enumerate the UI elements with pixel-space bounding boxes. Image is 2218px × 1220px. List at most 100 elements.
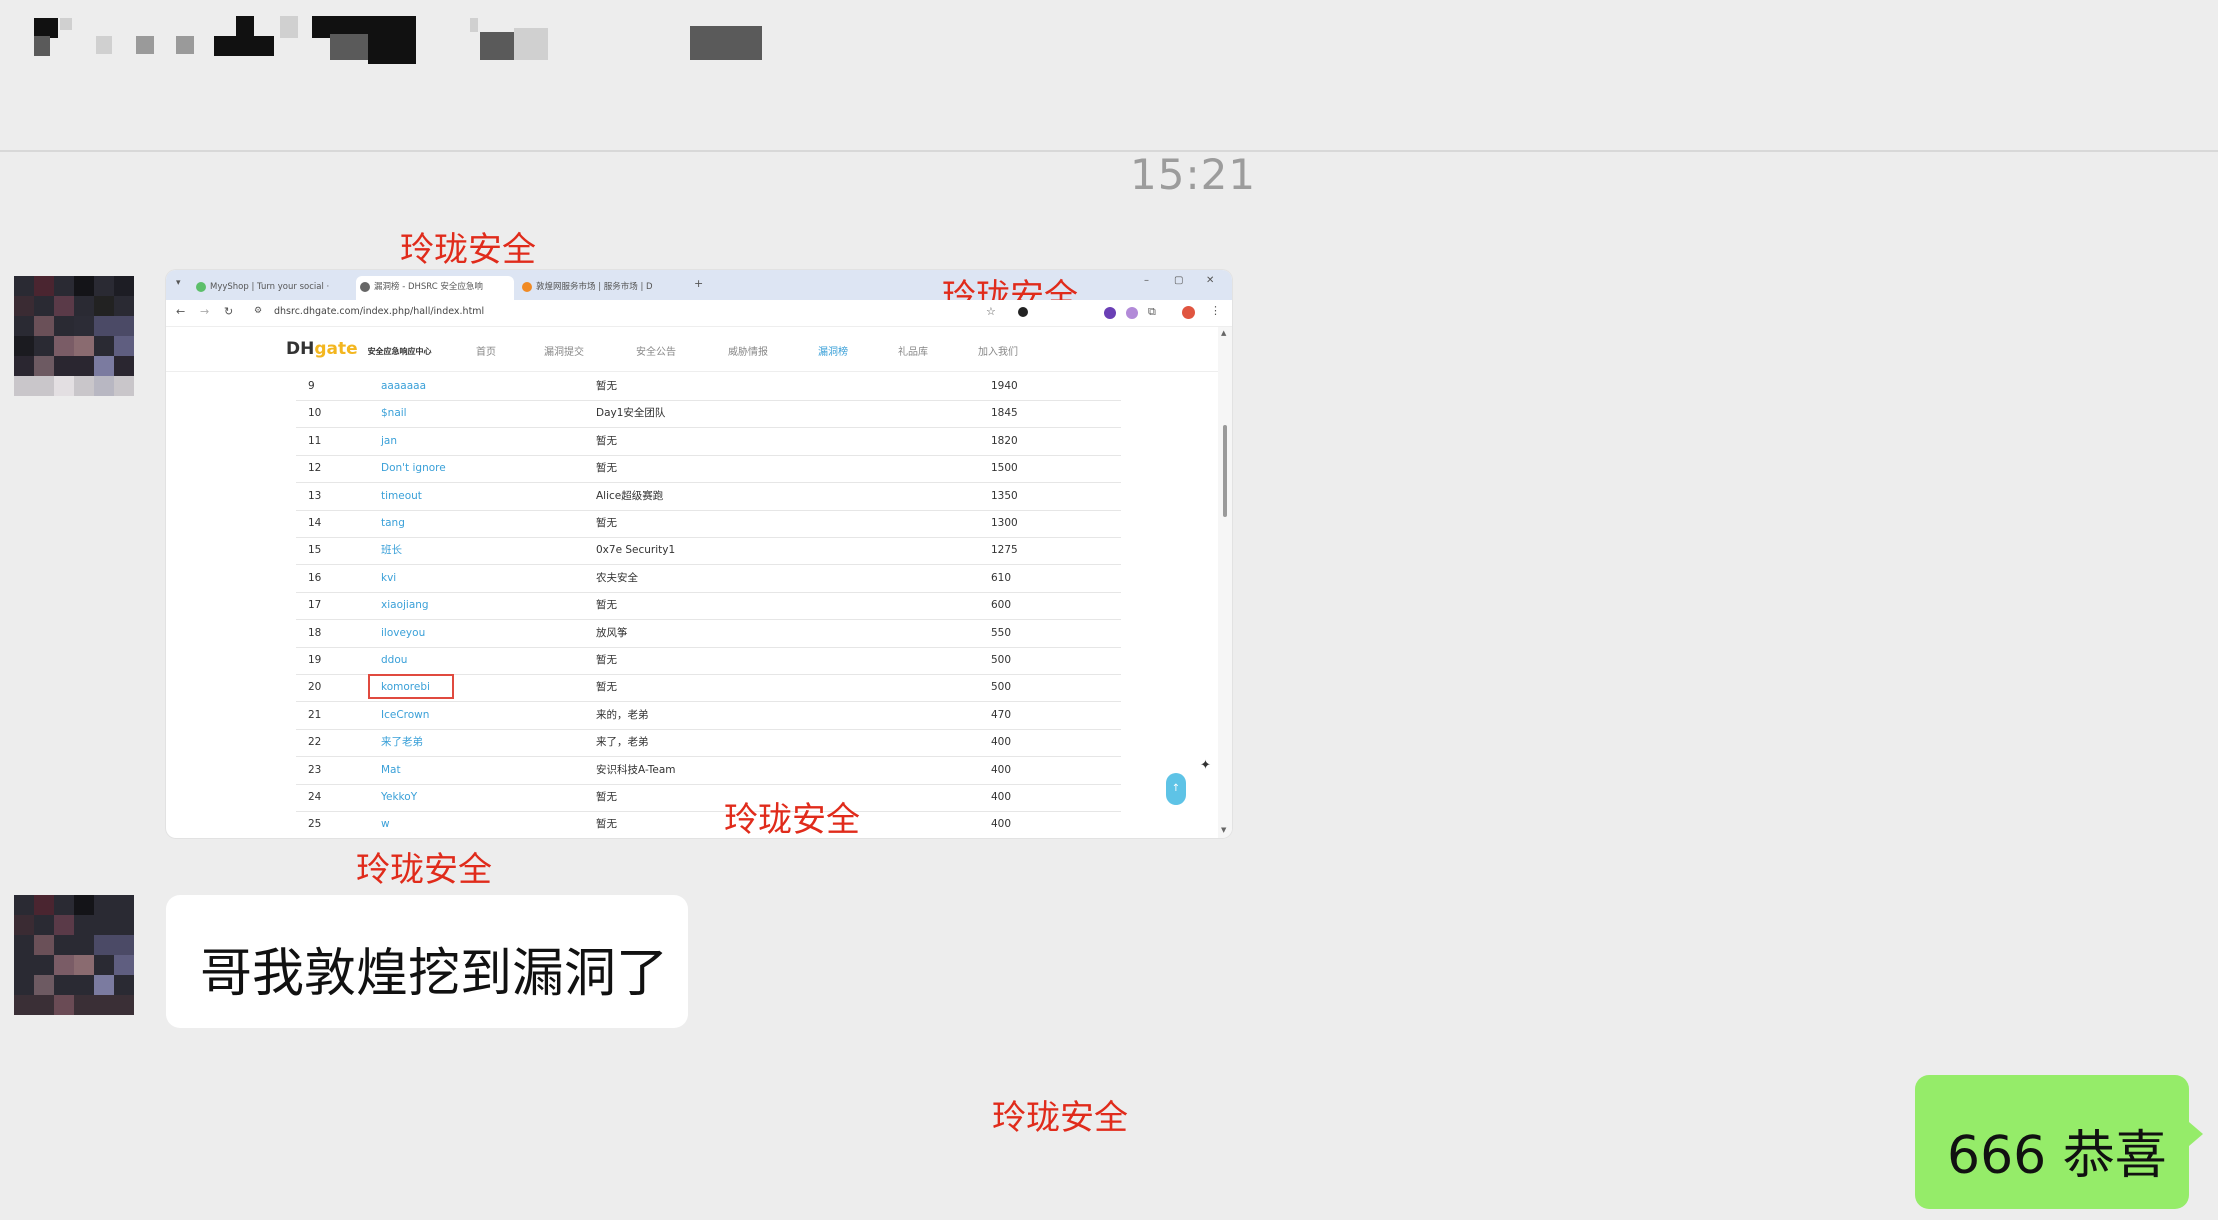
extension-icon[interactable] — [1126, 307, 1138, 319]
browser-tab-active[interactable]: 漏洞榜 - DHSRC 安全应急响 — [356, 276, 514, 300]
scrollbar-thumb[interactable] — [1223, 425, 1227, 517]
extension-icon[interactable] — [1104, 307, 1116, 319]
nav-item-join-us[interactable]: 加入我们 — [978, 343, 1018, 358]
table-row: 12 Don't ignore 暂无 1500 — [296, 455, 1121, 484]
nav-item-submit[interactable]: 漏洞提交 — [544, 343, 584, 358]
shared-screenshot-image[interactable]: ▾ MyyShop | Turn your social · 漏洞榜 - DHS… — [166, 270, 1232, 838]
new-tab-icon[interactable]: + — [694, 277, 703, 290]
sparkle-icon[interactable]: ✦ — [1200, 758, 1211, 773]
score-cell: 610 — [991, 571, 1012, 584]
sender-avatar[interactable] — [14, 276, 134, 396]
name-link[interactable]: IceCrown — [381, 702, 429, 729]
score-cell: 1820 — [991, 434, 1018, 447]
page-scrollbar[interactable]: ▲ ▼ — [1218, 327, 1232, 838]
name-link[interactable]: iloveyou — [381, 620, 425, 647]
name-link[interactable]: YekkoY — [381, 784, 417, 811]
name-link[interactable]: $nail — [381, 400, 407, 427]
scroll-up-icon[interactable]: ▲ — [1221, 329, 1226, 337]
url-field[interactable]: dhsrc.dhgate.com/index.php/hall/index.ht… — [274, 306, 484, 317]
profile-avatar-icon[interactable] — [1182, 306, 1195, 319]
nav-item-threat-intel[interactable]: 威胁情报 — [728, 343, 768, 358]
reload-icon[interactable]: ↻ — [224, 305, 233, 318]
score-cell: 400 — [991, 818, 1012, 831]
name-link[interactable]: kvi — [381, 565, 396, 592]
rank-cell: 18 — [308, 626, 322, 639]
tab-favicon-icon — [196, 282, 206, 292]
name-link[interactable]: 班长 — [381, 537, 402, 564]
rank-cell: 12 — [308, 462, 322, 475]
chat-header — [0, 0, 2218, 152]
sender-avatar[interactable] — [14, 895, 134, 1015]
name-link[interactable]: 来了老弟 — [381, 729, 423, 756]
team-cell: 暂无 — [596, 791, 617, 803]
team-cell: 暂无 — [596, 599, 617, 612]
tab-dropdown-icon[interactable]: ▾ — [176, 278, 181, 288]
name-link[interactable]: w — [381, 811, 390, 838]
score-cell: 550 — [991, 626, 1012, 639]
outgoing-message-bubble[interactable]: 666 恭喜 — [1915, 1075, 2189, 1209]
incoming-message-text: 哥我敦煌挖到漏洞了 — [200, 944, 669, 1004]
name-link[interactable]: jan — [381, 428, 397, 455]
score-cell: 600 — [991, 599, 1012, 612]
scroll-down-icon[interactable]: ▼ — [1221, 826, 1226, 834]
nav-item-leaderboard[interactable]: 漏洞榜 — [818, 343, 848, 358]
forward-icon[interactable]: → — [200, 305, 209, 318]
maximize-icon[interactable]: ▢ — [1174, 275, 1183, 286]
table-row: 18 iloveyou 放风筝 550 — [296, 620, 1121, 648]
team-cell: 暂无 — [596, 462, 617, 475]
rank-cell: 25 — [308, 818, 322, 831]
team-cell: 暂无 — [596, 818, 617, 831]
rank-cell: 13 — [308, 489, 322, 502]
back-to-top-button[interactable]: ↑ — [1166, 773, 1186, 805]
back-icon[interactable]: ← — [176, 305, 185, 318]
site-info-icon[interactable]: ⚙ — [254, 306, 262, 316]
table-row: 23 Mat 安识科技A-Team 400 — [296, 757, 1121, 785]
rank-cell: 11 — [308, 434, 322, 447]
rank-cell: 20 — [308, 681, 322, 694]
name-link[interactable]: ddou — [381, 647, 407, 674]
tab-favicon-icon — [360, 282, 370, 292]
browser-tab[interactable]: 敦煌网服务市场 | 服务市场 | D — [518, 276, 678, 300]
highlight-box — [368, 674, 454, 700]
rank-cell: 24 — [308, 791, 322, 803]
table-row: 10 $nail Day1安全团队 1845 — [296, 400, 1121, 429]
score-cell: 400 — [991, 763, 1012, 776]
team-cell: 暂无 — [596, 434, 617, 447]
rank-cell: 19 — [308, 654, 322, 666]
score-cell: 500 — [991, 681, 1012, 694]
nav-item-home[interactable]: 首页 — [476, 343, 496, 358]
team-cell: 暂无 — [596, 654, 617, 666]
message-timestamp: 15:21 — [1130, 150, 1257, 199]
incoming-message-bubble[interactable]: 哥我敦煌挖到漏洞了 — [166, 895, 688, 1028]
watermark-text: 玲珑安全 — [992, 1098, 1128, 1138]
score-cell: 400 — [991, 736, 1012, 749]
name-link[interactable]: tang — [381, 510, 405, 537]
minimize-icon[interactable]: – — [1144, 275, 1149, 286]
score-cell: 500 — [991, 654, 1012, 666]
name-link[interactable]: Mat — [381, 757, 401, 784]
browser-tab[interactable]: MyyShop | Turn your social · — [192, 276, 352, 300]
browser-tab-bar: ▾ MyyShop | Turn your social · 漏洞榜 - DHS… — [166, 270, 1232, 317]
nav-item-gifts[interactable]: 礼品库 — [898, 343, 928, 358]
extensions-puzzle-icon[interactable]: ⧉ — [1148, 305, 1156, 319]
score-cell: 1500 — [991, 462, 1018, 475]
table-row: 20 komorebi 暂无 500 — [296, 674, 1121, 703]
nav-item-announcements[interactable]: 安全公告 — [636, 343, 676, 358]
score-cell: 1300 — [991, 517, 1018, 529]
table-row: 15 班长 0x7e Security1 1275 — [296, 537, 1121, 566]
team-cell: 来的，老弟 — [596, 708, 649, 721]
bookmark-star-icon[interactable]: ☆ — [986, 305, 996, 318]
team-cell: 安识科技A-Team — [596, 763, 676, 776]
name-link[interactable]: Don't ignore — [381, 455, 446, 482]
name-link[interactable]: xiaojiang — [381, 592, 429, 619]
browser-menu-icon[interactable]: ⋮ — [1210, 304, 1221, 317]
table-row: 21 IceCrown 来的，老弟 470 — [296, 702, 1121, 730]
extension-icon[interactable] — [1018, 307, 1028, 317]
close-icon[interactable]: ✕ — [1206, 275, 1214, 286]
team-cell: Day1安全团队 — [596, 407, 666, 420]
tab-favicon-icon — [522, 282, 532, 292]
name-link[interactable]: aaaaaaa — [381, 373, 426, 400]
dhgate-logo[interactable]: DHgate 安全应急响应中心 — [286, 339, 432, 359]
table-row: 9 aaaaaaa 暂无 1940 — [296, 373, 1121, 401]
name-link[interactable]: timeout — [381, 483, 422, 510]
